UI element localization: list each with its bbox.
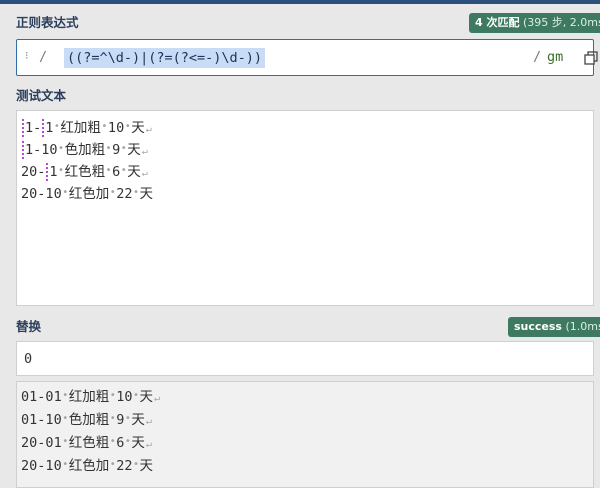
- whitespace-dot: •: [109, 459, 116, 470]
- newline-icon: ↵: [145, 416, 152, 427]
- replace-result-panel: 01-01•红加粗•10•天↵ 01-10•色加粗•9•天↵ 20-01•红色粗•6…: [16, 381, 594, 488]
- whitespace-dot: •: [101, 121, 108, 132]
- match-marker: [22, 119, 24, 137]
- result-line: 20-10•红色加•22•天: [21, 458, 153, 474]
- whitespace-dot: •: [124, 413, 131, 424]
- replace-section-label: 替换: [16, 319, 42, 334]
- whitespace-dot: •: [109, 390, 116, 401]
- regex-input-box[interactable]: ⁝ / ((?=^\d-)|(?=(?<=-)\d-)) / gm: [16, 39, 598, 76]
- regex-flags[interactable]: gm: [547, 49, 563, 65]
- result-line: 01-10•色加粗•9•天↵: [21, 411, 152, 429]
- match-count-badge: 4 次匹配 (395 步, 2.0ms): [469, 13, 600, 33]
- whitespace-dot: •: [124, 436, 131, 447]
- whitespace-dot: •: [132, 390, 139, 401]
- test-line: 1- 1•红加粗•10•天↵: [21, 119, 152, 137]
- whitespace-dot: •: [109, 187, 116, 198]
- match-marker: [42, 119, 45, 137]
- match-count: 4 次匹配: [475, 16, 520, 29]
- newline-icon: ↵: [145, 124, 152, 135]
- replace-status-badge: success (1.0ms): [508, 317, 600, 337]
- replace-input[interactable]: 0: [16, 341, 594, 376]
- match-detail: (395 步, 2.0ms): [519, 16, 600, 29]
- whitespace-dot: •: [62, 413, 69, 424]
- newline-icon: ↵: [145, 439, 152, 450]
- whitespace-dot: •: [62, 390, 69, 401]
- replace-value[interactable]: 0: [24, 351, 32, 367]
- test-section-label: 测试文本: [16, 88, 67, 103]
- whitespace-dot: •: [62, 436, 69, 447]
- whitespace-dot: •: [132, 187, 139, 198]
- newline-icon: ↵: [153, 393, 161, 404]
- result-line: 20-01•红色粗•6•天↵: [21, 434, 152, 452]
- replace-status: success: [514, 320, 562, 333]
- replace-status-detail: (1.0ms): [565, 320, 600, 333]
- close-delimiter: /: [533, 49, 542, 65]
- whitespace-dot: •: [120, 143, 127, 154]
- whitespace-dot: •: [62, 459, 69, 470]
- open-delimiter: /: [39, 49, 48, 65]
- newline-icon: ↵: [141, 168, 148, 179]
- result-line: 01-01•红加粗•10•天↵: [21, 388, 160, 406]
- whitespace-dot: •: [62, 187, 69, 198]
- regex-pattern-input[interactable]: ((?=^\d-)|(?=(?<=-)\d-)): [64, 48, 266, 68]
- whitespace-dot: •: [53, 121, 60, 132]
- match-marker: [22, 141, 24, 159]
- whitespace-dot: •: [109, 413, 116, 424]
- regex-section-label: 正则表达式: [16, 15, 79, 30]
- whitespace-dot: •: [109, 436, 116, 447]
- copy-icon[interactable]: [584, 51, 598, 65]
- test-line: 20-10•红色加•22•天: [21, 186, 153, 202]
- whitespace-dot: •: [105, 143, 112, 154]
- whitespace-dot: •: [132, 459, 139, 470]
- whitespace-dot: •: [105, 165, 112, 176]
- whitespace-dot: •: [58, 143, 65, 154]
- top-accent-bar: [0, 0, 600, 4]
- whitespace-dot: •: [124, 121, 131, 132]
- match-marker: [46, 163, 49, 181]
- whitespace-dot: •: [120, 165, 127, 176]
- test-line: 20- 1•红色粗•6•天↵: [21, 163, 148, 181]
- test-line: 1-10•色加粗•9•天↵: [21, 141, 148, 159]
- test-string-editor[interactable]: 1- 1•红加粗•10•天↵ 1-10•色加粗•9•天↵ 20- 1•红色粗•6•天↵ 2…: [16, 110, 594, 306]
- drag-handle-icon[interactable]: ⁝: [25, 49, 29, 63]
- newline-icon: ↵: [141, 146, 148, 157]
- whitespace-dot: •: [58, 165, 65, 176]
